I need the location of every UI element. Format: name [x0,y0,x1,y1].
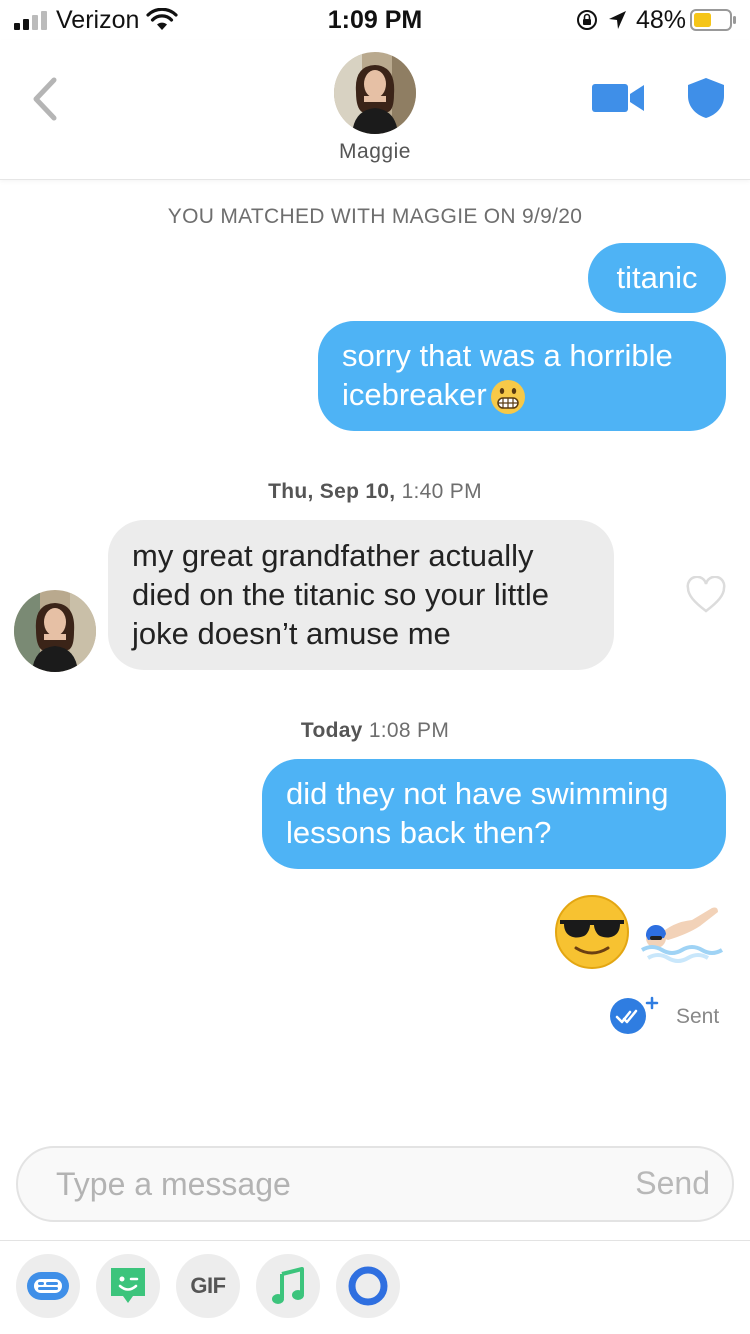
timestamp-day: Today [300,719,363,742]
loop-button[interactable] [336,1254,400,1318]
status-bar: Verizon 1:09 PM 48% [0,0,750,40]
battery-icon [690,9,736,31]
message-timestamp: Thu, Sep 10, 1:40 PM [0,480,750,504]
message-text: titanic [616,260,698,295]
sunglasses-emoji-icon[interactable] [554,894,630,970]
received-message[interactable]: my great grandfather actually died on th… [108,520,614,670]
back-chevron-icon[interactable] [24,74,64,124]
loop-icon [348,1266,388,1306]
sent-message[interactable]: sorry that was a horrible icebreaker [318,321,726,431]
delivery-status: Sent [676,1005,720,1028]
music-icon [272,1267,304,1304]
sticker-button[interactable] [16,1254,80,1318]
send-button[interactable]: Send [635,1165,710,1202]
message-text: did they not have swimming lessons back … [286,776,669,850]
chat-header: Maggie [0,40,750,180]
video-call-icon[interactable] [590,80,646,116]
match-name[interactable]: Maggie [0,140,750,164]
swimmer-emoji-icon[interactable] [638,900,724,970]
message-input[interactable] [56,1148,576,1220]
match-avatar[interactable] [334,52,416,134]
message-timestamp: Today 1:08 PM [0,719,750,743]
timestamp-time: 1:40 PM [401,480,482,503]
match-notice: YOU MATCHED WITH MAGGIE ON 9/9/20 [167,205,583,228]
rotation-lock-icon [577,10,597,30]
timestamp-day: Thu, Sep 10, [268,480,396,503]
message-composer: Send [16,1146,734,1222]
sticker-icon [27,1272,69,1300]
battery-percentage: 48% [636,6,687,34]
toolbar-divider [0,1240,750,1241]
message-text: my great grandfather actually died on th… [132,538,550,651]
grimacing-face-emoji-icon [490,379,525,414]
gif-icon: GIF [190,1273,226,1298]
location-arrow-icon [609,11,626,29]
read-receipt-icon[interactable] [608,996,662,1036]
bitmoji-icon [111,1268,145,1303]
sent-message[interactable]: titanic [588,243,726,313]
gif-button[interactable]: GIF [176,1254,240,1318]
sent-message[interactable]: did they not have swimming lessons back … [262,759,726,869]
sender-avatar[interactable] [14,590,96,672]
timestamp-time: 1:08 PM [368,719,450,742]
like-heart-icon[interactable] [686,576,726,614]
music-button[interactable] [256,1254,320,1318]
bitmoji-button[interactable] [96,1254,160,1318]
safety-shield-icon[interactable] [686,76,726,120]
